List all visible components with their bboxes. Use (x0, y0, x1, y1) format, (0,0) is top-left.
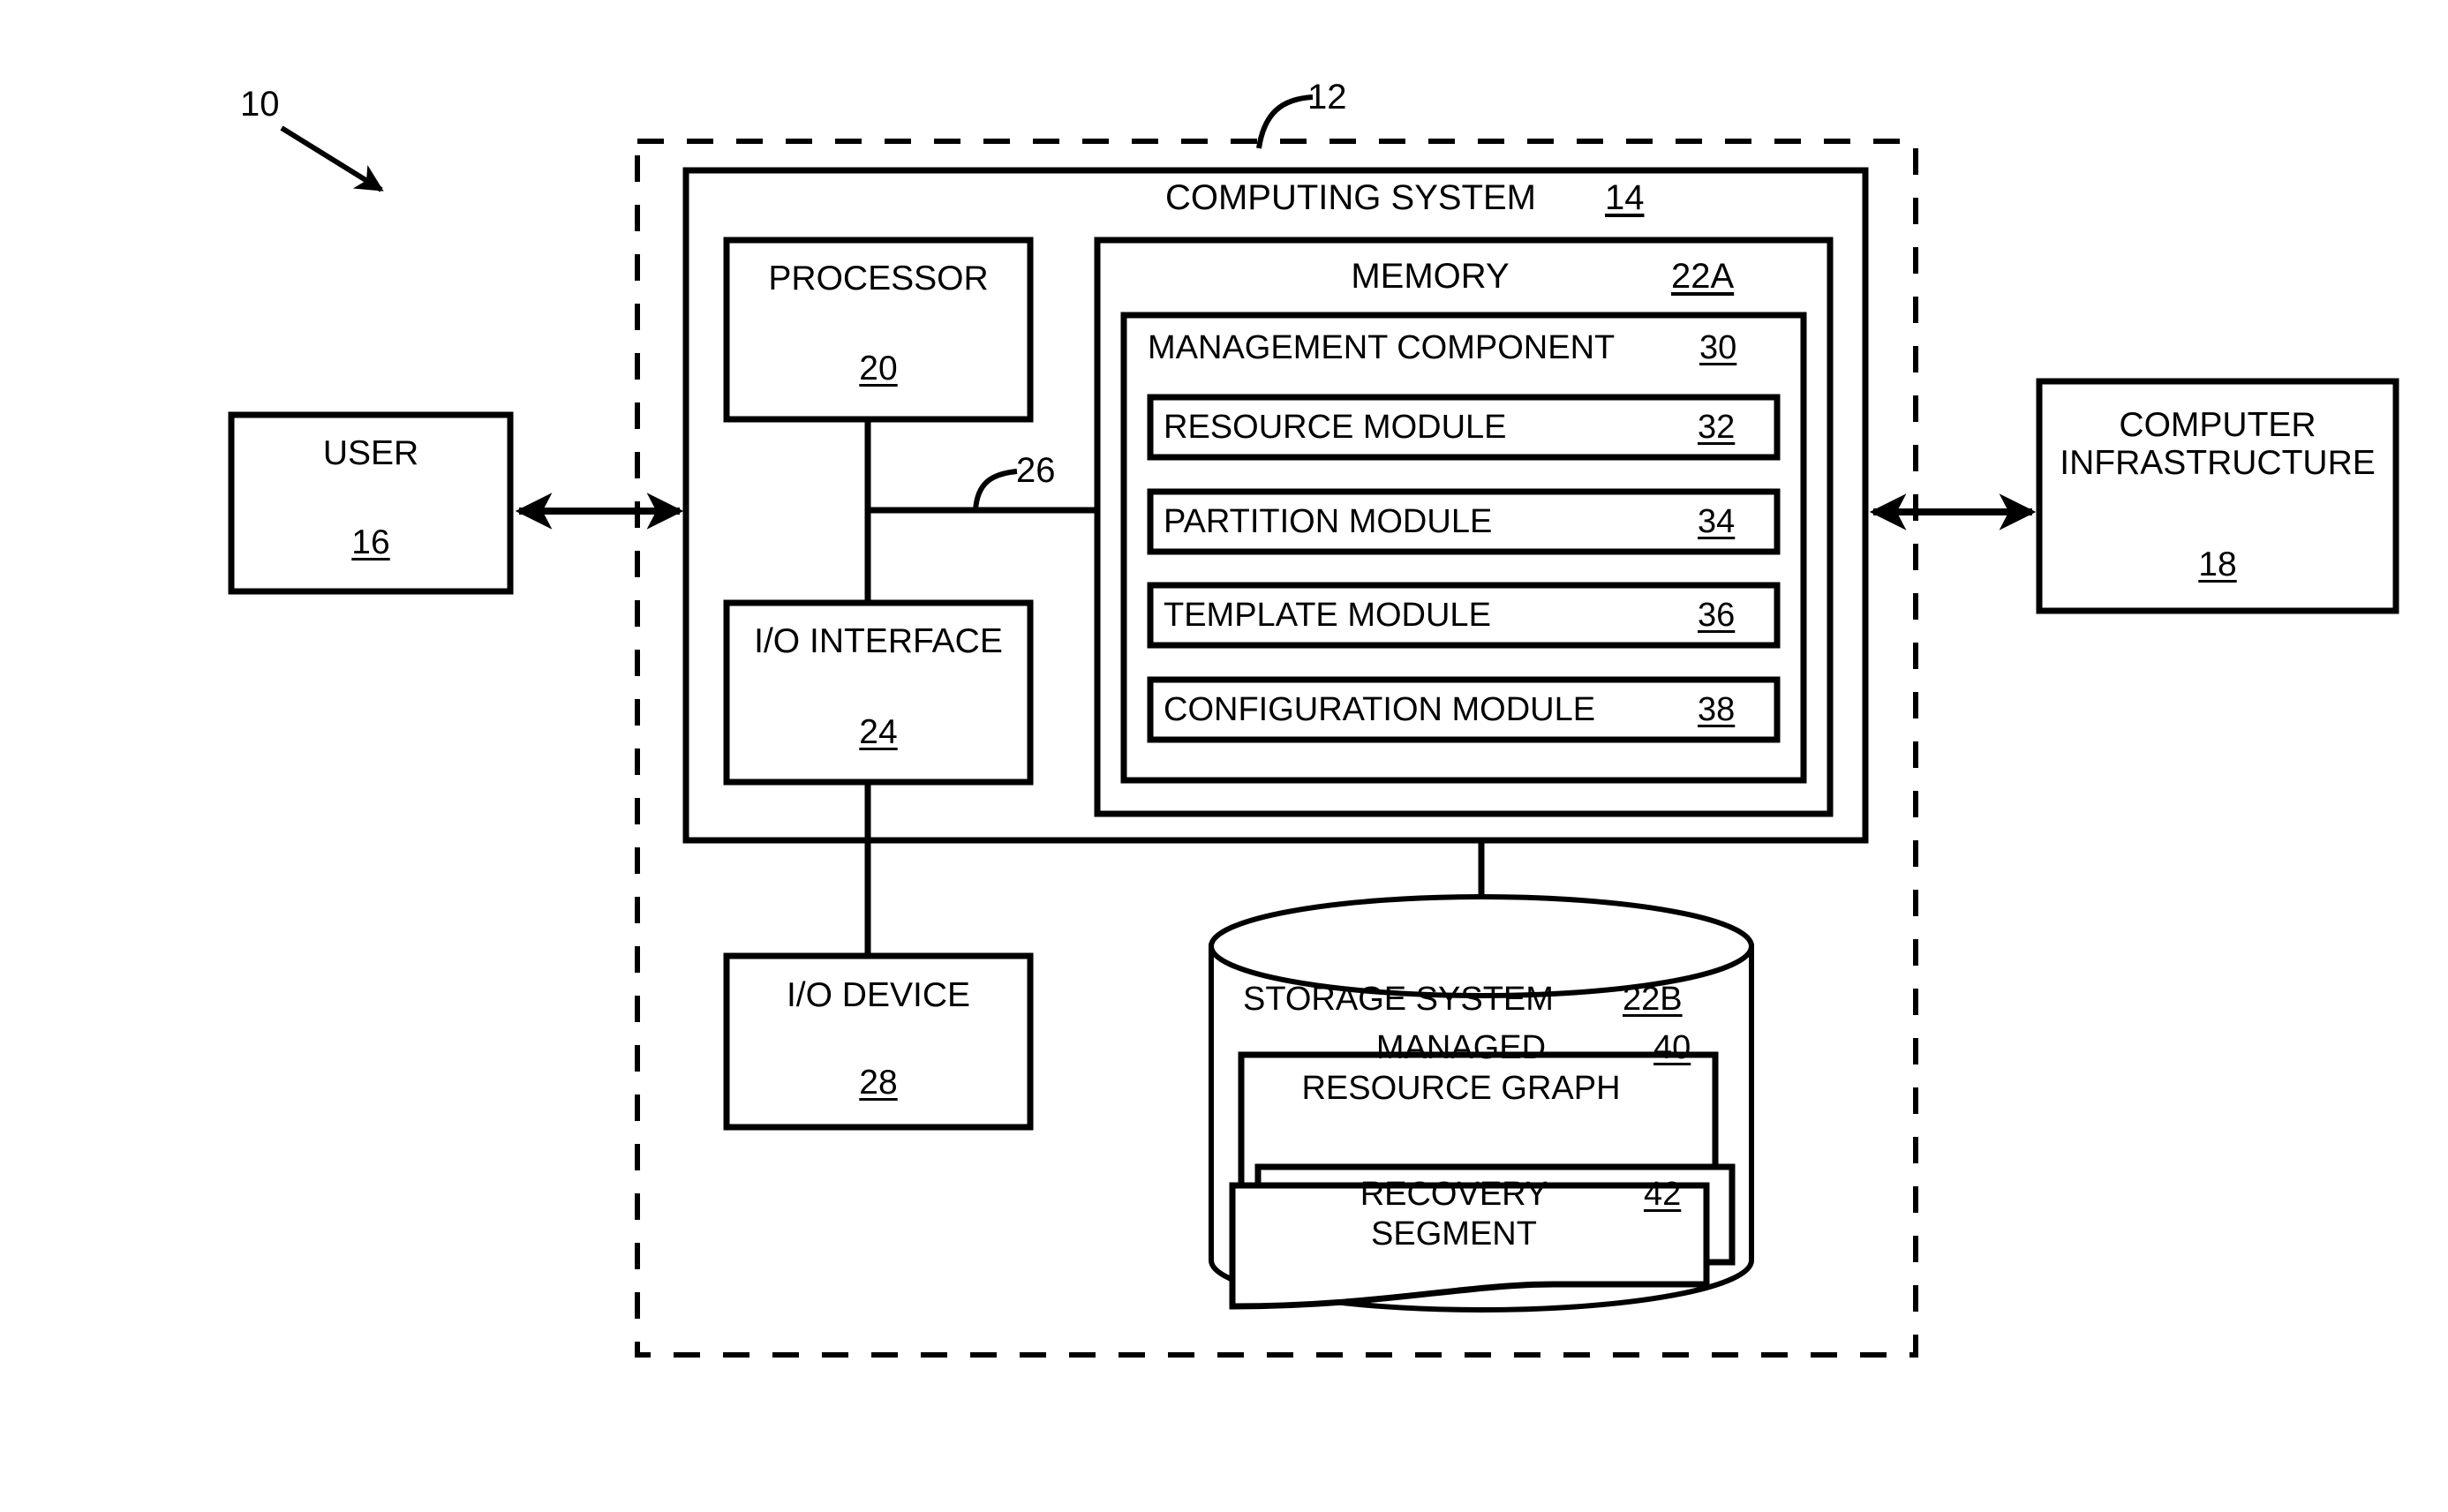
user-ref: 16 (351, 523, 390, 561)
computer-infrastructure-line1: COMPUTER (2119, 406, 2316, 444)
memory-ref: 22A (1671, 257, 1735, 296)
io-device-title: I/O DEVICE (786, 976, 971, 1014)
recovery-segment-line1: RECOVERY (1360, 1176, 1548, 1213)
management-component-title: MANAGEMENT COMPONENT (1148, 329, 1616, 366)
diagram-vector-layer (228, 94, 2399, 1358)
internal-bus-lines (864, 419, 1097, 956)
user-title: USER (322, 434, 419, 472)
module-title-resource: RESOURCE MODULE (1164, 409, 1507, 446)
processor-ref: 20 (859, 350, 898, 387)
patent-figure-canvas: 10 12 COMPUTING SYSTEM 14 PROCESSOR 20 I… (0, 0, 2448, 1512)
managed-resource-graph-line1: MANAGED (1375, 1029, 1547, 1066)
figure-ref-10: 10 (240, 85, 280, 124)
recovery-segment-line2: SEGMENT (1371, 1215, 1537, 1252)
management-component-ref: 30 (1699, 329, 1737, 366)
module-ref-resource: 32 (1698, 409, 1736, 446)
io-interface-ref: 24 (859, 713, 898, 751)
computer-infrastructure-line2: INFRASTRUCTURE (2060, 444, 2376, 482)
storage-system-ref: 22B (1623, 981, 1683, 1018)
recovery-segment-ref: 42 (1644, 1176, 1682, 1213)
internal-bus-ref: 26 (1016, 451, 1056, 490)
managed-resource-graph-ref: 40 (1653, 1029, 1691, 1066)
processor-title: PROCESSOR (768, 260, 989, 297)
module-title-template: TEMPLATE MODULE (1164, 597, 1491, 634)
computing-system-title: COMPUTING SYSTEM (1164, 178, 1537, 217)
module-title-partition: PARTITION MODULE (1164, 503, 1493, 540)
system-boundary-ref-12: 12 (1307, 78, 1347, 117)
memory-title: MEMORY (1351, 257, 1510, 296)
module-ref-configuration: 38 (1698, 691, 1736, 728)
module-ref-template: 36 (1698, 597, 1736, 634)
managed-resource-graph-line2: RESOURCE GRAPH (1301, 1070, 1621, 1107)
bus-leader-line (973, 469, 1018, 511)
figure-lead-arrow (280, 125, 384, 192)
module-ref-partition: 34 (1698, 503, 1736, 540)
computer-infrastructure-ref: 18 (2198, 545, 2237, 583)
io-interface-title: I/O INTERFACE (754, 622, 1003, 660)
storage-system-title: STORAGE SYSTEM (1243, 981, 1554, 1018)
io-device-ref: 28 (859, 1064, 898, 1102)
computing-system-ref: 14 (1605, 178, 1645, 217)
module-title-configuration: CONFIGURATION MODULE (1164, 691, 1596, 728)
boundary-leader-line (1256, 94, 1314, 149)
